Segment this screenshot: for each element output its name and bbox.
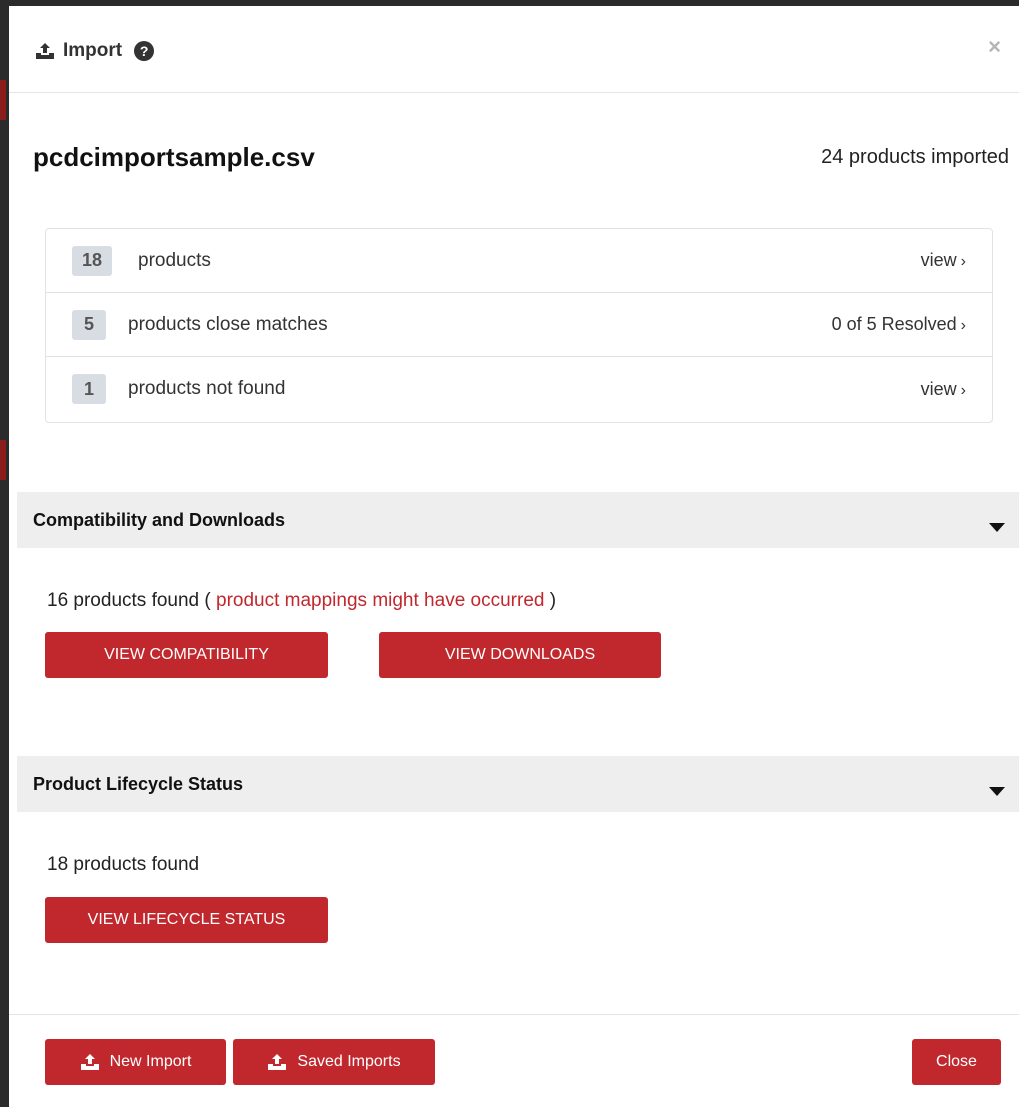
upload-icon — [36, 43, 54, 59]
file-summary-row: pcdcimportsample.csv 24 products importe… — [33, 142, 1009, 173]
mapping-warning: product mappings might have occurred — [216, 590, 545, 611]
caret-down-icon[interactable] — [989, 522, 1005, 532]
summary-row-close-matches: 5 products close matches 0 of 5 Resolved… — [46, 293, 992, 357]
file-name: pcdcimportsample.csv — [33, 142, 315, 172]
section-lifecycle-header[interactable]: Product Lifecycle Status — [17, 756, 1019, 812]
imported-count: 24 products imported — [821, 146, 1009, 168]
backdrop-accent — [0, 80, 6, 120]
row-label: products not found — [128, 378, 286, 399]
import-summary-list: 18 products view › 5 products close match… — [45, 228, 993, 423]
link-text: 0 of 5 Resolved — [831, 314, 957, 334]
row-label: products close matches — [128, 313, 328, 335]
view-compatibility-button[interactable]: VIEW COMPATIBILITY — [45, 632, 328, 678]
lifecycle-found-text: 18 products found — [47, 854, 200, 875]
close-icon[interactable]: × — [988, 34, 1001, 60]
modal-header: Import ? × — [9, 6, 1019, 93]
backdrop-accent — [0, 440, 6, 480]
chevron-right-icon: › — [960, 253, 966, 270]
caret-down-icon[interactable] — [989, 786, 1005, 796]
link-text: view — [920, 250, 957, 270]
backdrop-left-edge — [0, 0, 9, 1107]
view-products-link[interactable]: view › — [921, 250, 966, 271]
summary-row-products: 18 products view › — [46, 229, 992, 293]
link-text: view — [920, 378, 957, 399]
footer-divider — [9, 1014, 1019, 1015]
button-label: New Import — [109, 1053, 192, 1070]
count-badge: 18 — [72, 245, 113, 276]
chevron-right-icon: › — [960, 381, 966, 399]
modal-title-text: Import — [63, 40, 123, 61]
row-label: products — [138, 249, 211, 271]
found-prefix: 16 products found ( — [47, 590, 216, 611]
upload-icon — [268, 1054, 287, 1070]
close-button[interactable]: Close — [912, 1039, 1001, 1085]
button-label: Saved Imports — [297, 1053, 401, 1070]
upload-icon — [80, 1054, 99, 1070]
view-not-found-link[interactable]: view › — [921, 379, 966, 400]
section-compatibility-header[interactable]: Compatibility and Downloads — [17, 492, 1019, 548]
count-badge: 5 — [72, 309, 106, 340]
summary-row-not-found: 1 products not found view › — [46, 357, 992, 421]
modal-title: Import ? — [35, 38, 155, 64]
section-title: Product Lifecycle Status — [33, 773, 244, 794]
question-circle-icon[interactable]: ? — [134, 41, 155, 61]
compatibility-found-text: 16 products found ( product mappings mig… — [47, 590, 556, 612]
found-suffix: ) — [544, 590, 557, 611]
resolve-close-matches-link[interactable]: 0 of 5 Resolved › — [832, 314, 966, 335]
count-badge: 1 — [72, 374, 106, 404]
view-downloads-button[interactable]: VIEW DOWNLOADS — [379, 632, 661, 678]
section-title: Compatibility and Downloads — [33, 509, 286, 530]
chevron-right-icon: › — [960, 317, 966, 334]
view-lifecycle-status-button[interactable]: VIEW LIFECYCLE STATUS — [45, 897, 328, 943]
import-modal: Import ? × pcdcimportsample.csv 24 produ… — [9, 6, 1019, 1107]
saved-imports-button[interactable]: Saved Imports — [233, 1039, 435, 1085]
new-import-button[interactable]: New Import — [45, 1039, 226, 1085]
